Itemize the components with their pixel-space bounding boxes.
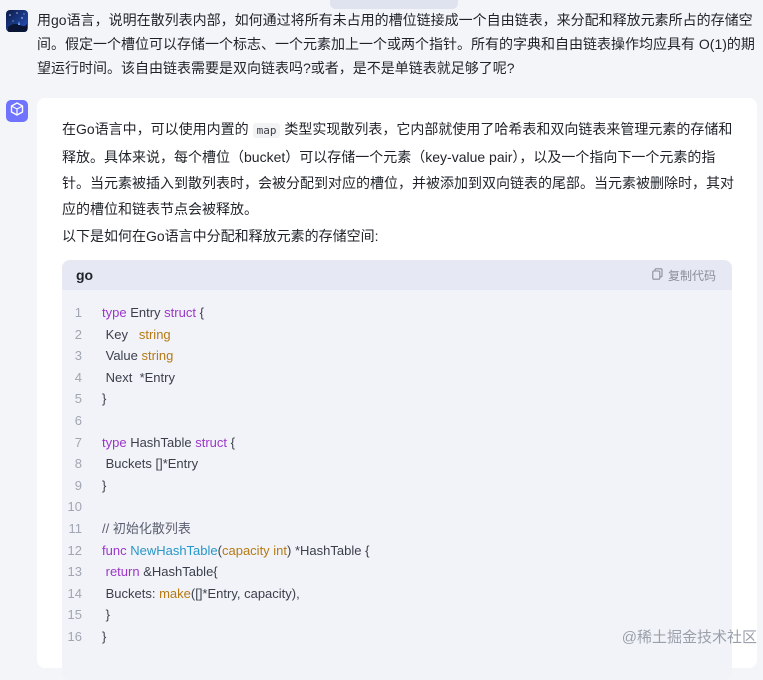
code-token: } xyxy=(102,477,107,493)
code-block: go 复制代码 1 type Entry struct {2 Key string… xyxy=(62,260,732,680)
code-token: string xyxy=(138,326,171,342)
user-question: 用go语言，说明在散列表内部，如何通过将所有未占用的槽位链接成一个自由链表，来分… xyxy=(37,12,755,76)
code-line: 3 Value string xyxy=(62,345,732,367)
code-line: 10 xyxy=(62,496,732,518)
code-token: Value xyxy=(102,348,142,364)
line-content: } xyxy=(102,475,106,497)
code-token: capacity int xyxy=(221,542,288,558)
code-line: 15 } xyxy=(62,604,732,626)
code-token: Buckets: xyxy=(102,585,160,601)
code-token: func xyxy=(102,542,127,558)
code-token: type xyxy=(102,434,127,450)
line-number: 16 xyxy=(67,628,82,644)
code-token: struct xyxy=(195,434,228,450)
line-content: Key string xyxy=(102,324,171,346)
code-token: { xyxy=(227,434,235,450)
code-token: ) *HashTable { xyxy=(287,542,370,558)
code-token: } xyxy=(102,607,110,623)
line-number: 4 xyxy=(74,369,82,385)
code-body: 1 type Entry struct {2 Key string 3 Value … xyxy=(62,302,732,648)
watermark: @稀土掘金技术社区 xyxy=(621,629,757,646)
line-number: 12 xyxy=(67,542,82,558)
line-content: // 初始化散列表 xyxy=(102,518,191,540)
line-content: } xyxy=(102,626,106,648)
line-number: 7 xyxy=(74,434,82,450)
code-token: { xyxy=(195,305,204,320)
line-content: } xyxy=(102,604,110,626)
code-token: make xyxy=(159,585,191,601)
line-content: return &HashTable{ xyxy=(102,561,218,583)
code-line: 14 Buckets: make([]*Entry, capacity), xyxy=(62,583,732,605)
line-content: type Entry struct { xyxy=(102,302,204,324)
bot-avatar xyxy=(6,100,28,122)
line-number: 1 xyxy=(74,305,82,320)
code-token: NewHashTable xyxy=(130,542,218,558)
code-token: Next *Entry xyxy=(102,369,175,385)
code-token: } xyxy=(102,628,107,644)
line-number: 8 xyxy=(74,456,82,472)
line-content: Buckets []*Entry xyxy=(102,453,198,475)
code-token: Entry xyxy=(126,305,165,320)
line-number: 13 xyxy=(67,564,82,580)
line-number: 5 xyxy=(74,391,82,407)
code-token: } xyxy=(102,391,107,407)
line-content: Next *Entry xyxy=(102,367,175,389)
code-token: &HashTable{ xyxy=(139,564,218,580)
line-number: 14 xyxy=(67,585,82,601)
line-number: 9 xyxy=(74,477,82,493)
line-content: Value string xyxy=(102,345,174,367)
user-avatar xyxy=(6,10,28,32)
line-number: 2 xyxy=(74,326,82,342)
code-line: 12 func NewHashTable(capacity int) *HashT… xyxy=(62,540,732,562)
code-token: ([]*Entry, capacity), xyxy=(190,585,300,601)
code-token: struct xyxy=(164,305,196,320)
code-line: 9} xyxy=(62,475,732,497)
code-line: 11 // 初始化散列表 xyxy=(62,518,732,540)
code-line: 5} xyxy=(62,388,732,410)
inline-code-map: map xyxy=(252,123,281,138)
answer-text: 在Go语言中，可以使用内置的 xyxy=(62,121,253,137)
code-line: 13 return &HashTable{ xyxy=(62,561,732,583)
cube-logo-icon xyxy=(10,101,24,121)
line-content: type HashTable struct { xyxy=(102,432,235,454)
copy-code-button[interactable]: 复制代码 xyxy=(652,267,716,284)
line-number: 6 xyxy=(74,412,82,428)
code-line: 6 xyxy=(62,410,732,432)
code-line: 7 type HashTable struct { xyxy=(62,432,732,454)
line-number: 11 xyxy=(68,520,83,536)
answer-card: 在Go语言中，可以使用内置的 map 类型实现散列表，它内部就使用了哈希表和双向… xyxy=(37,98,757,680)
code-token: Key xyxy=(102,326,139,342)
code-token: // 初始化散列表 xyxy=(102,520,191,536)
code-token: HashTable xyxy=(126,434,196,450)
line-number: 3 xyxy=(74,348,82,364)
code-line: 2 Key string xyxy=(62,324,732,346)
code-language-label: go xyxy=(76,267,94,283)
code-header: go 复制代码 xyxy=(62,260,732,290)
code-token: return xyxy=(105,564,140,580)
code-line: 8 Buckets []*Entry xyxy=(62,453,732,475)
code-line: 1 type Entry struct { xyxy=(62,302,732,324)
line-number: 10 xyxy=(67,499,82,515)
line-number: 15 xyxy=(67,607,82,623)
starry-night-avatar-icon xyxy=(6,10,28,32)
copy-code-label: 复制代码 xyxy=(667,268,716,283)
line-content: func NewHashTable(capacity int) *HashTab… xyxy=(102,540,369,562)
code-token: type xyxy=(102,305,127,320)
line-content: } xyxy=(102,388,106,410)
answer-paragraph-1: 在Go语言中，可以使用内置的 map 类型实现散列表，它内部就使用了哈希表和双向… xyxy=(62,116,734,222)
copy-icon xyxy=(652,267,663,283)
line-content: Buckets: make([]*Entry, capacity), xyxy=(102,583,300,605)
code-token: string xyxy=(141,348,174,364)
code-token: Buckets []*Entry xyxy=(102,456,199,472)
answer-paragraph-2: 以下是如何在Go语言中分配和释放元素的存储空间: xyxy=(62,228,379,244)
code-line: 4 Next *Entry xyxy=(62,367,732,389)
